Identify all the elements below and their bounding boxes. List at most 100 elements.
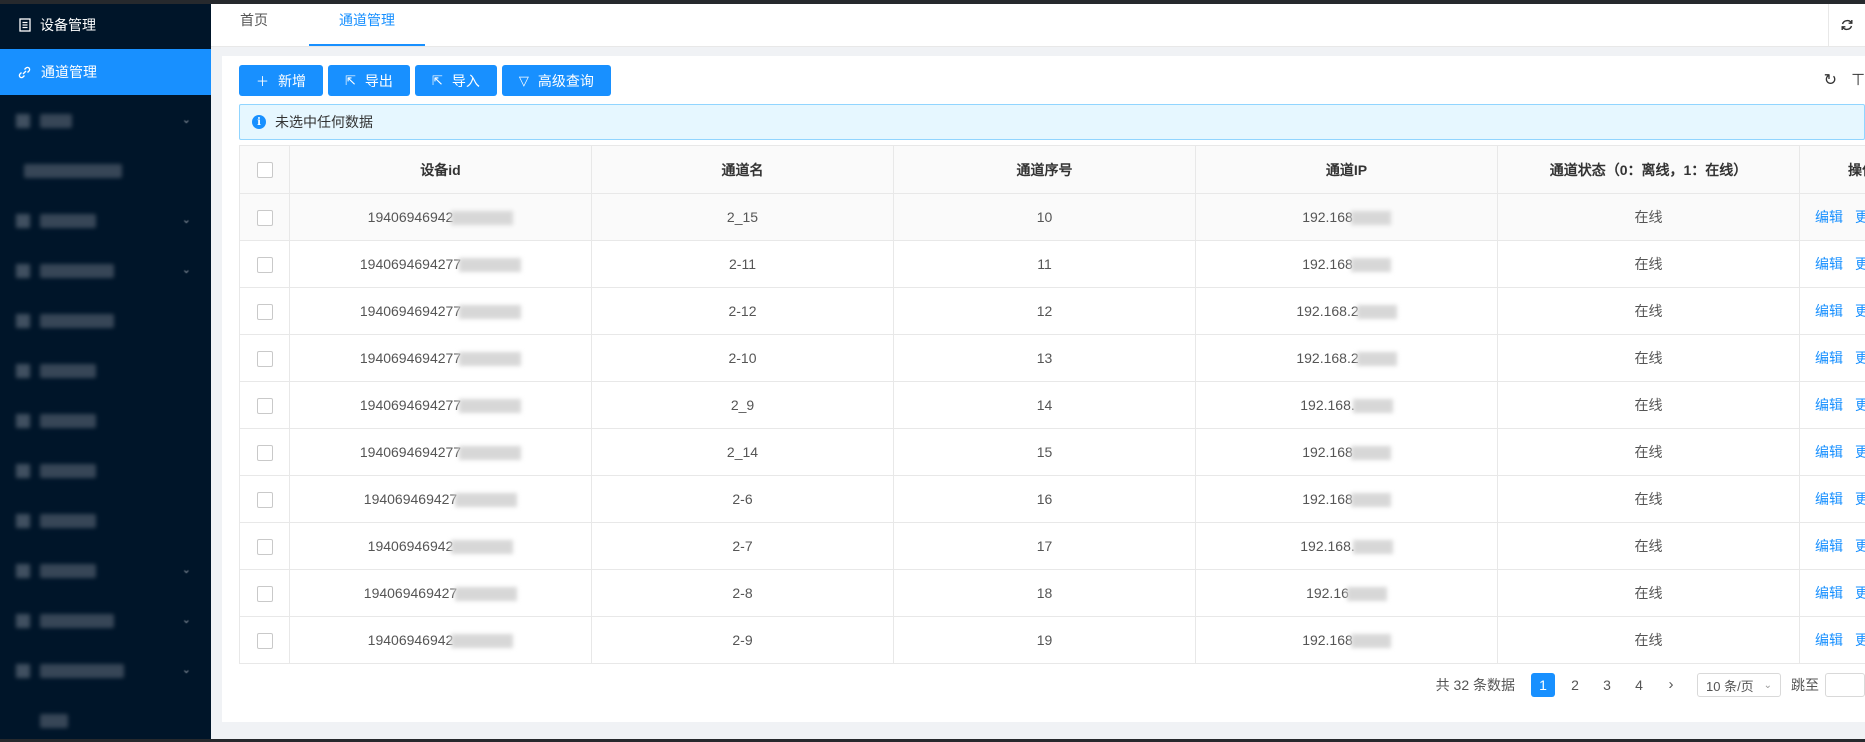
column-header[interactable]: 通道序号 bbox=[893, 145, 1196, 194]
tab-home[interactable]: 首页 bbox=[236, 4, 272, 44]
import-button[interactable]: ⇱ 导入 bbox=[414, 65, 497, 96]
redacted-label bbox=[40, 114, 72, 128]
row-checkbox[interactable] bbox=[256, 444, 273, 461]
advanced-query-button[interactable]: ▽ 高级查询 bbox=[501, 65, 611, 96]
row-select-cell bbox=[239, 334, 290, 382]
row-checkbox[interactable] bbox=[256, 350, 273, 367]
edit-link[interactable]: 编辑 bbox=[1815, 491, 1843, 507]
sidebar-item-redacted[interactable] bbox=[0, 695, 211, 739]
sidebar-item-redacted[interactable] bbox=[0, 295, 211, 345]
edit-link[interactable]: 编辑 bbox=[1815, 444, 1843, 460]
device-id-cell: 194069469427 bbox=[289, 569, 592, 617]
table-row[interactable]: 1940694694277 2-1013 192.168.2 在线编辑更多 bbox=[239, 334, 1865, 382]
more-link[interactable]: 更多 bbox=[1855, 585, 1865, 601]
more-link[interactable]: 更多 bbox=[1855, 491, 1865, 507]
device-id: 19406946942 bbox=[367, 631, 454, 648]
channel-seq-cell: 14 bbox=[893, 381, 1196, 429]
row-checkbox[interactable] bbox=[256, 397, 273, 414]
more-link[interactable]: 更多 bbox=[1855, 538, 1865, 554]
more-link[interactable]: 更多 bbox=[1855, 303, 1865, 319]
sidebar-item-channel-management[interactable]: 通道管理 bbox=[0, 49, 211, 95]
row-checkbox[interactable] bbox=[256, 585, 273, 602]
page-1[interactable]: 1 bbox=[1531, 673, 1555, 697]
export-button[interactable]: ⇱ 导出 bbox=[328, 65, 410, 96]
document-icon bbox=[19, 18, 31, 32]
edit-link[interactable]: 编辑 bbox=[1815, 585, 1843, 601]
redacted-blur bbox=[1346, 587, 1387, 602]
table-row[interactable]: 19406946942 2-919 192.168 在线编辑更多 bbox=[239, 616, 1865, 664]
table-row[interactable]: 1940694694277 2-1111 192.168 在线编辑更多 bbox=[239, 240, 1865, 288]
reload-icon[interactable]: ↻ bbox=[1824, 70, 1837, 90]
channel-name-cell: 2-6 bbox=[591, 475, 894, 523]
row-checkbox[interactable] bbox=[256, 538, 273, 555]
sidebar-item-redacted[interactable] bbox=[0, 445, 211, 495]
redacted-label bbox=[40, 664, 124, 678]
actions-cell: 编辑更多 bbox=[1799, 240, 1865, 288]
table-row[interactable]: 1940694694277 2-1212 192.168.2 在线编辑更多 bbox=[239, 287, 1865, 335]
redacted-icon bbox=[16, 214, 30, 228]
sidebar-item-redacted[interactable] bbox=[0, 495, 211, 545]
row-checkbox[interactable] bbox=[256, 303, 273, 320]
edit-link[interactable]: 编辑 bbox=[1815, 303, 1843, 319]
sidebar-header[interactable]: 设备管理 bbox=[0, 4, 211, 46]
page-3[interactable]: 3 bbox=[1595, 673, 1619, 697]
table-row[interactable]: 19406946942 2-717 192.168. 在线编辑更多 bbox=[239, 522, 1865, 570]
channel-seq-cell: 13 bbox=[893, 334, 1196, 382]
more-link[interactable]: 更多 bbox=[1855, 397, 1865, 413]
table-row[interactable]: 19406946942 2_1510 192.168 在线编辑更多 bbox=[239, 193, 1865, 241]
row-checkbox[interactable] bbox=[256, 256, 273, 273]
more-link[interactable]: 更多 bbox=[1855, 209, 1865, 225]
sidebar-item-redacted[interactable]: ⌄ bbox=[0, 545, 211, 595]
more-link[interactable]: 更多 bbox=[1855, 632, 1865, 648]
row-checkbox[interactable] bbox=[256, 209, 273, 226]
device-id-cell: 1940694694277 bbox=[289, 287, 592, 335]
next-page-icon[interactable]: › bbox=[1659, 673, 1683, 697]
page-size-select[interactable]: 10 条/页 ⌄ bbox=[1697, 673, 1781, 697]
edit-link[interactable]: 编辑 bbox=[1815, 397, 1843, 413]
table-row[interactable]: 194069469427 2-616 192.168 在线编辑更多 bbox=[239, 475, 1865, 523]
refresh-tabs-button[interactable] bbox=[1828, 4, 1865, 46]
table-row[interactable]: 194069469427 2-818 192.16 在线编辑更多 bbox=[239, 569, 1865, 617]
device-id-cell: 1940694694277 bbox=[289, 428, 592, 476]
sidebar-item-redacted[interactable] bbox=[0, 345, 211, 395]
sidebar-item-redacted[interactable]: ⌄ bbox=[0, 195, 211, 245]
tab-channel-management[interactable]: 通道管理 bbox=[309, 4, 425, 46]
channel-ip: 192.168. bbox=[1300, 537, 1355, 554]
sidebar-item-redacted[interactable]: ⌄ bbox=[0, 645, 211, 695]
more-link[interactable]: 更多 bbox=[1855, 444, 1865, 460]
column-header[interactable]: 通道IP bbox=[1195, 145, 1498, 194]
redacted-blur bbox=[1356, 305, 1397, 320]
page-2[interactable]: 2 bbox=[1563, 673, 1587, 697]
row-checkbox[interactable] bbox=[256, 491, 273, 508]
table-row[interactable]: 1940694694277 2_914 192.168. 在线编辑更多 bbox=[239, 381, 1865, 429]
edit-link[interactable]: 编辑 bbox=[1815, 632, 1843, 648]
sidebar-item-redacted[interactable]: ⌄ bbox=[0, 595, 211, 645]
row-select-cell bbox=[239, 616, 290, 664]
sidebar-subitem-redacted[interactable] bbox=[0, 145, 211, 195]
sidebar-item-redacted[interactable] bbox=[0, 395, 211, 445]
edit-link[interactable]: 编辑 bbox=[1815, 256, 1843, 272]
column-header[interactable]: 通道状态（0：离线，1：在线） bbox=[1497, 145, 1800, 194]
select-all-checkbox[interactable] bbox=[256, 162, 273, 179]
channel-ip-cell: 192.168 bbox=[1195, 475, 1498, 523]
more-link[interactable]: 更多 bbox=[1855, 350, 1865, 366]
redacted-icon bbox=[16, 564, 30, 578]
edit-link[interactable]: 编辑 bbox=[1815, 209, 1843, 225]
redacted-blur bbox=[1350, 211, 1391, 226]
row-checkbox[interactable] bbox=[256, 632, 273, 649]
column-height-icon[interactable]: ⊤ bbox=[1851, 70, 1865, 90]
edit-link[interactable]: 编辑 bbox=[1815, 350, 1843, 366]
edit-link[interactable]: 编辑 bbox=[1815, 538, 1843, 554]
add-button[interactable]: ＋ 新增 bbox=[239, 65, 324, 96]
device-id-cell: 19406946942 bbox=[289, 193, 592, 241]
jump-page-input[interactable] bbox=[1825, 673, 1865, 697]
channel-status-cell: 在线 bbox=[1497, 240, 1800, 288]
column-header[interactable]: 设备id bbox=[289, 145, 592, 194]
table-row[interactable]: 1940694694277 2_1415 192.168 在线编辑更多 bbox=[239, 428, 1865, 476]
column-header[interactable]: 通道名 bbox=[591, 145, 894, 194]
sidebar-item-redacted[interactable]: ⌄ bbox=[0, 245, 211, 295]
page-4[interactable]: 4 bbox=[1627, 673, 1651, 697]
actions-cell: 编辑更多 bbox=[1799, 522, 1865, 570]
sidebar-item-redacted[interactable]: ⌄ bbox=[0, 95, 211, 145]
more-link[interactable]: 更多 bbox=[1855, 256, 1865, 272]
